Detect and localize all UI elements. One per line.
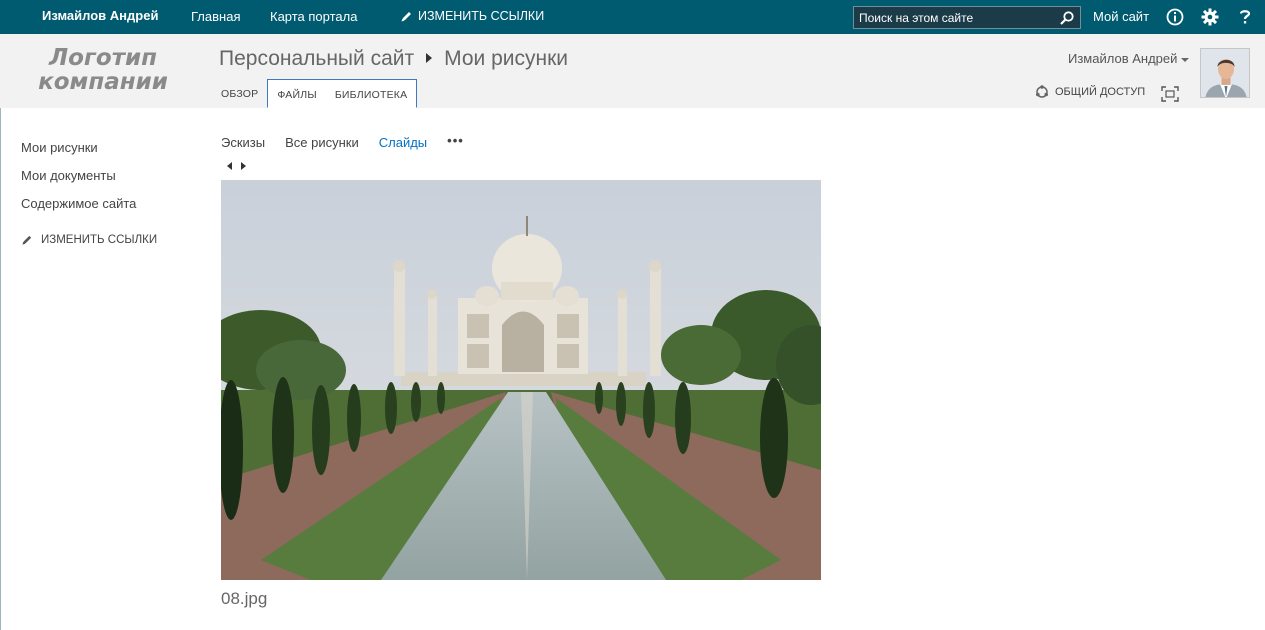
top-edit-links-label: ИЗМЕНИТЬ ССЫЛКИ bbox=[418, 9, 545, 23]
pencil-icon bbox=[401, 11, 411, 21]
breadcrumb-page: Мои рисунки bbox=[444, 47, 569, 70]
company-logo[interactable]: Логотип компании bbox=[33, 46, 173, 94]
top-edit-links-button[interactable]: ИЗМЕНИТЬ ССЫЛКИ bbox=[400, 9, 544, 23]
my-site-link[interactable]: Мой сайт bbox=[1093, 9, 1149, 24]
gear-icon[interactable] bbox=[1200, 7, 1220, 27]
nav-item-my-pictures[interactable]: Мои рисунки bbox=[21, 140, 157, 156]
search-input[interactable] bbox=[854, 10, 1052, 25]
nav-sitemap-link[interactable]: Карта портала bbox=[270, 9, 357, 24]
search-icon[interactable] bbox=[1059, 10, 1075, 26]
share-button[interactable]: ОБЩИЙ ДОСТУП bbox=[1035, 85, 1145, 99]
nav-item-site-contents[interactable]: Содержимое сайта bbox=[21, 196, 157, 212]
slide-pager bbox=[227, 162, 246, 170]
breadcrumb-site[interactable]: Персональный сайт bbox=[219, 47, 414, 71]
next-slide-icon[interactable] bbox=[241, 162, 246, 170]
nav-home-link[interactable]: Главная bbox=[191, 9, 240, 24]
user-name: Измайлов Андрей bbox=[1068, 51, 1178, 66]
view-slides[interactable]: Слайды bbox=[379, 135, 427, 150]
avatar[interactable] bbox=[1200, 48, 1250, 98]
tab-library[interactable]: БИБЛИОТЕКА bbox=[325, 79, 418, 108]
suite-user-name[interactable]: Измайлов Андрей bbox=[42, 8, 158, 23]
left-edit-links-button[interactable]: ИЗМЕНИТЬ ССЫЛКИ bbox=[21, 234, 157, 246]
user-menu[interactable]: Измайлов Андрей bbox=[1068, 51, 1190, 66]
pencil-icon bbox=[22, 235, 32, 245]
breadcrumb-separator-icon bbox=[426, 53, 433, 63]
quick-launch: Мои рисунки Мои документы Содержимое сай… bbox=[21, 140, 157, 246]
focus-content-icon[interactable] bbox=[1161, 86, 1179, 102]
search-box bbox=[853, 6, 1081, 29]
previous-slide-icon[interactable] bbox=[227, 162, 232, 170]
caret-down-icon bbox=[1181, 57, 1190, 62]
share-label: ОБЩИЙ ДОСТУП bbox=[1055, 86, 1146, 98]
help-icon[interactable] bbox=[1235, 7, 1255, 27]
tab-overview[interactable]: ОБЗОР bbox=[212, 79, 267, 108]
share-icon bbox=[1036, 85, 1048, 98]
info-icon[interactable] bbox=[1165, 7, 1185, 27]
left-border bbox=[0, 34, 1, 630]
breadcrumb: Персональный сайт Мои рисунки bbox=[219, 47, 568, 71]
more-views-icon[interactable]: ••• bbox=[447, 133, 464, 150]
view-thumbnails[interactable]: Эскизы bbox=[221, 135, 265, 150]
left-edit-links-label: ИЗМЕНИТЬ ССЫЛКИ bbox=[41, 234, 158, 246]
view-selector: Эскизы Все рисунки Слайды ••• bbox=[221, 133, 464, 150]
view-all-pictures[interactable]: Все рисунки bbox=[285, 135, 359, 150]
ribbon-tabs: ОБЗОР ФАЙЛЫ БИБЛИОТЕКА bbox=[212, 79, 418, 108]
slide-filename: 08.jpg bbox=[221, 589, 268, 608]
nav-item-my-documents[interactable]: Мои документы bbox=[21, 168, 157, 184]
site-header: Логотип компании Персональный сайт Мои р… bbox=[0, 34, 1265, 108]
taj-mahal-photo bbox=[221, 180, 821, 580]
suite-bar: Измайлов Андрей Главная Карта портала ИЗ… bbox=[0, 0, 1265, 34]
tab-files[interactable]: ФАЙЛЫ bbox=[267, 79, 326, 108]
user-photo-icon bbox=[1201, 49, 1249, 97]
slide-image[interactable] bbox=[221, 180, 821, 580]
